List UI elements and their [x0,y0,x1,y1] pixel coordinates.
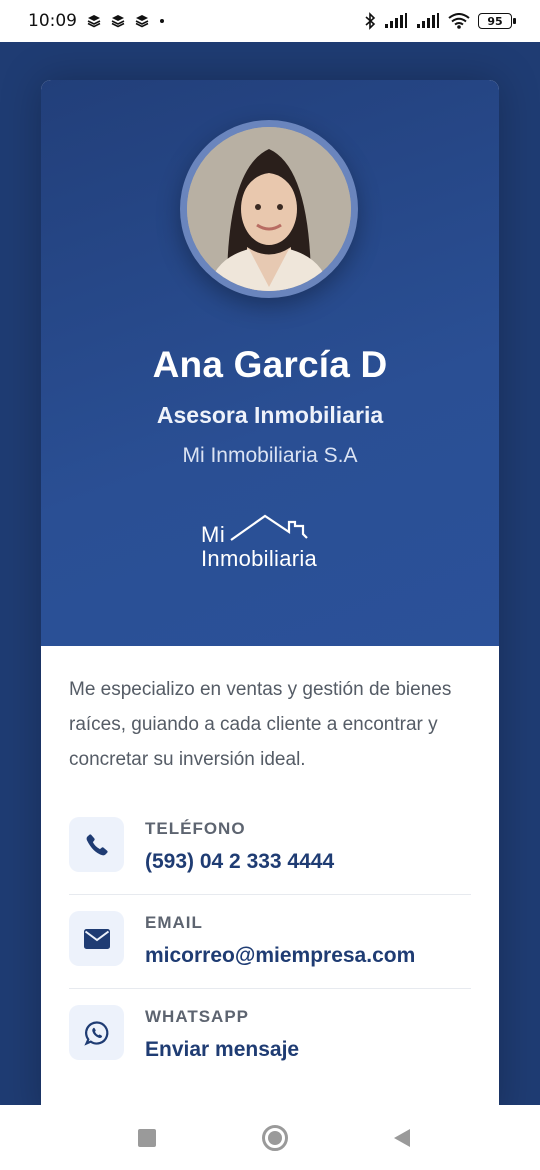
contact-label: WHATSAPP [145,1007,250,1026]
signal-icon [417,13,439,28]
card-header: Ana García D Asesora Inmobiliaria Mi Inm… [41,80,499,646]
contact-phone[interactable]: TELÉFONO (593) 04 2 333 4444 [69,801,471,895]
logo-text-line1: Mi [201,522,226,547]
system-nav-bar [0,1105,540,1170]
recents-button[interactable] [138,1128,156,1147]
email-link[interactable]: micorreo@miempresa.com [145,944,415,968]
profile-company: Mi Inmobiliaria S.A [182,444,358,467]
contact-email[interactable]: EMAIL micorreo@miempresa.com [69,895,471,989]
card-body: Me especializo en ventas y gestión de bi… [41,646,499,1082]
signal-icon [385,13,407,28]
contact-label: TELÉFONO [145,819,246,838]
contact-label: EMAIL [145,913,203,932]
home-button[interactable] [262,1124,288,1151]
house-roof-icon [230,514,308,541]
profile-name: Ana García D [152,344,388,385]
layers-icon [111,15,125,28]
logo-text-line2: Inmobiliaria [201,546,318,571]
layers-icon [87,15,101,28]
envelope-icon [69,911,124,966]
battery-icon: 95 [478,13,516,29]
status-time: 10:09 [28,11,77,31]
avatar-photo [187,127,351,291]
back-button[interactable] [394,1128,410,1147]
battery-level: 95 [487,14,503,28]
status-bar: 10:09 95 [0,0,540,42]
layers-icon [135,15,149,28]
contact-whatsapp[interactable]: WHATSAPP Enviar mensaje [69,989,471,1082]
avatar [187,127,351,291]
phone-link[interactable]: (593) 04 2 333 4444 [145,850,334,874]
business-card: Ana García D Asesora Inmobiliaria Mi Inm… [41,80,499,1120]
bluetooth-icon [365,12,376,30]
whatsapp-link[interactable]: Enviar mensaje [145,1038,299,1062]
bio-text: Me especializo en ventas y gestión de bi… [69,679,452,770]
dot-icon [160,19,164,23]
wifi-icon [448,13,470,29]
whatsapp-icon [69,1005,124,1060]
company-logo: Mi Inmobiliaria [199,510,341,572]
avatar-ring [180,120,358,298]
phone-icon [69,817,124,872]
profile-role: Asesora Inmobiliaria [156,402,384,428]
